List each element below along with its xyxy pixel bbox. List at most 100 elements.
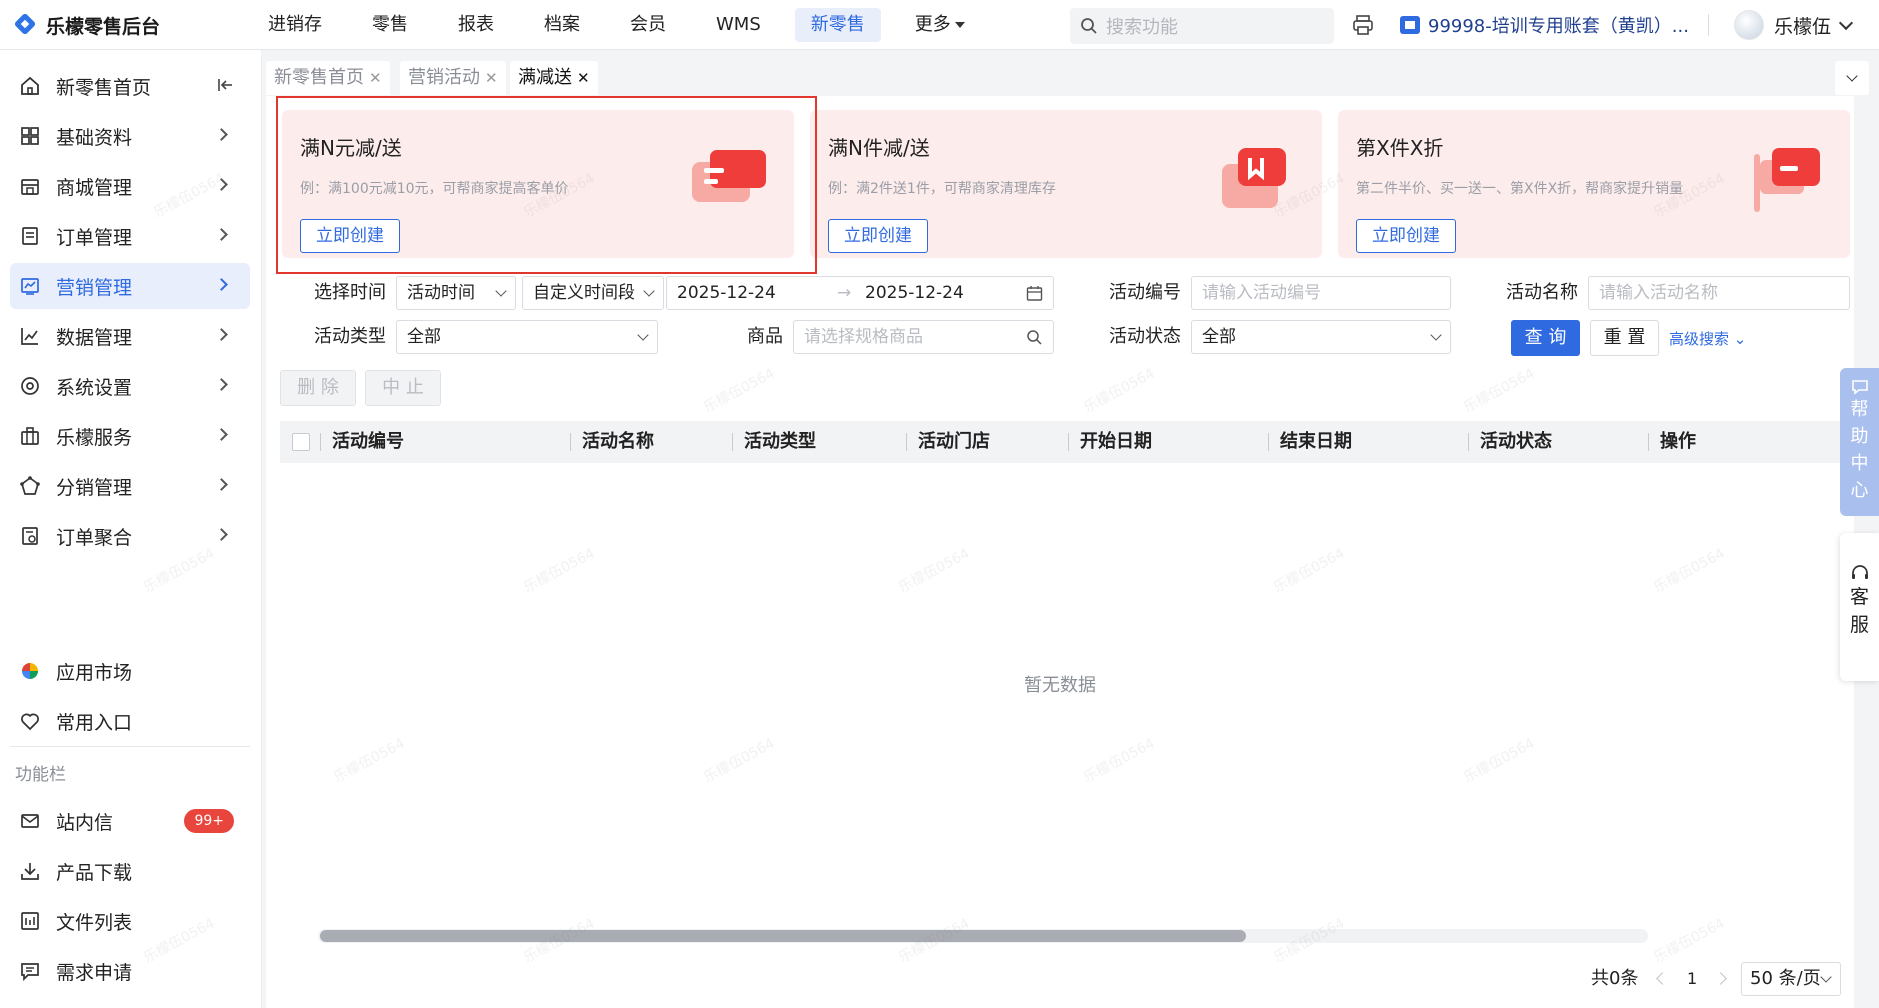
- headset-icon: [1851, 565, 1868, 579]
- close-icon[interactable]: ✕: [369, 69, 382, 87]
- account-switcher[interactable]: 99998-培训专用账套（黄凯）...: [1400, 8, 1689, 42]
- sidebar-item-request[interactable]: 需求申请: [10, 948, 250, 994]
- aggregate-icon: [18, 524, 42, 548]
- coupon-icon: [692, 150, 766, 202]
- tab-new-retail-home[interactable]: 新零售首页 ✕: [266, 61, 390, 95]
- sidebar: 新零售首页 基础资料 商城管理 订单管理 营销管理 数据管理 系统设置 乐檬服务: [0, 50, 262, 1008]
- close-icon[interactable]: ✕: [577, 69, 590, 87]
- horizontal-scrollbar-thumb[interactable]: [320, 930, 1246, 942]
- top-nav-lingshou[interactable]: 零售: [356, 8, 424, 42]
- printer-icon[interactable]: [1351, 13, 1375, 37]
- activity-status-select[interactable]: 全部: [1191, 320, 1451, 354]
- sidebar-item-label: 需求申请: [56, 961, 133, 984]
- user-menu[interactable]: 乐檬伍: [1734, 8, 1854, 42]
- top-nav-more[interactable]: 更多: [899, 8, 981, 42]
- top-bar: 乐檬零售后台 进销存 零售 报表 档案 会员 WMS 新零售 更多 搜索功能 9…: [0, 0, 1879, 50]
- customer-service-button[interactable]: 客 服: [1840, 533, 1879, 681]
- file-list-icon: [18, 909, 42, 933]
- sidebar-item-label: 基础资料: [56, 126, 133, 149]
- mail-icon: [18, 809, 42, 833]
- stop-button[interactable]: 中 止: [365, 370, 441, 406]
- top-nav-xinlingshou[interactable]: 新零售: [794, 8, 881, 42]
- time-range-select[interactable]: 自定义时间段: [522, 276, 664, 310]
- activity-name-input[interactable]: 请输入活动名称: [1588, 276, 1850, 310]
- sidebar-item-label: 文件列表: [56, 911, 133, 934]
- top-nav-huiyuan[interactable]: 会员: [614, 8, 682, 42]
- chevron-right-icon: [215, 328, 228, 341]
- brand-logo[interactable]: 乐檬零售后台: [14, 10, 160, 40]
- column-divider: [1268, 433, 1269, 451]
- sidebar-item-favorites[interactable]: 常用入口: [10, 698, 250, 744]
- top-nav-jinxiaocun[interactable]: 进销存: [252, 8, 338, 42]
- page-size-select[interactable]: 50 条/页: [1741, 962, 1841, 996]
- create-now-button[interactable]: 立即创建: [300, 219, 400, 253]
- collapse-sidebar-icon[interactable]: [216, 76, 234, 94]
- sidebar-item-data[interactable]: 数据管理: [10, 313, 250, 359]
- range-arrow: →: [837, 283, 852, 303]
- date-range-picker[interactable]: 2025-12-24 → 2025-12-24: [666, 276, 1054, 310]
- chevron-down-icon: [1430, 329, 1442, 341]
- top-nav-dangan[interactable]: 档案: [528, 8, 596, 42]
- card-description: 第二件半价、买一送一、第X件X折，帮商家提升销量: [1356, 181, 1684, 197]
- shop-icon: [18, 174, 42, 198]
- function-search-input[interactable]: 搜索功能: [1070, 8, 1334, 44]
- sidebar-item-service[interactable]: 乐檬服务: [10, 413, 250, 459]
- account-name: 99998-培训专用账套（黄凯）...: [1428, 16, 1689, 37]
- column-activity-store: 活动门店: [918, 431, 990, 452]
- goods-select-input[interactable]: 请选择规格商品: [793, 320, 1054, 354]
- prev-page-icon[interactable]: [1656, 972, 1669, 985]
- top-nav-wms[interactable]: WMS: [700, 8, 777, 42]
- sidebar-item-order-aggregate[interactable]: 订单聚合: [10, 513, 250, 559]
- activity-status-value: 全部: [1202, 327, 1236, 347]
- heart-icon: [18, 709, 42, 733]
- tab-full-reduction[interactable]: 满减送 ✕: [510, 61, 598, 95]
- sidebar-item-label: 数据管理: [56, 326, 133, 349]
- top-nav: 进销存 零售 报表 档案 会员 WMS 新零售 更多: [252, 8, 981, 42]
- tab-marketing-activity[interactable]: 营销活动 ✕: [400, 61, 506, 95]
- sidebar-item-download[interactable]: 产品下载: [10, 848, 250, 894]
- help-center-button[interactable]: 帮 助 中 心: [1840, 368, 1879, 516]
- sidebar-item-app-market[interactable]: 应用市场: [10, 648, 250, 694]
- page-number[interactable]: 1: [1687, 962, 1697, 996]
- column-divider: [570, 433, 571, 451]
- time-filter-label: 选择时间: [314, 282, 386, 303]
- activity-code-input[interactable]: 请输入活动编号: [1191, 276, 1451, 310]
- sidebar-item-home[interactable]: 新零售首页: [10, 63, 250, 109]
- top-nav-baobiao[interactable]: 报表: [442, 8, 510, 42]
- activity-type-value: 全部: [407, 327, 441, 347]
- activity-type-select[interactable]: 全部: [396, 320, 658, 354]
- delete-button[interactable]: 删 除: [280, 370, 356, 406]
- total-count: 共0条: [1591, 968, 1639, 989]
- tab-label: 满减送: [518, 67, 572, 88]
- time-type-select[interactable]: 活动时间: [396, 276, 516, 310]
- sidebar-item-messages[interactable]: 站内信 99+: [10, 798, 250, 844]
- help-char: 中: [1850, 453, 1869, 474]
- sidebar-item-orders[interactable]: 订单管理: [10, 213, 250, 259]
- sidebar-section-title: 功能栏: [15, 765, 66, 785]
- close-icon[interactable]: ✕: [485, 69, 498, 87]
- chevron-right-icon: [215, 428, 228, 441]
- reset-button[interactable]: 重 置: [1590, 320, 1659, 356]
- create-now-button[interactable]: 立即创建: [828, 219, 928, 253]
- chevron-right-icon: [215, 528, 228, 541]
- advanced-search-link[interactable]: 高级搜索 ⌄: [1669, 328, 1746, 349]
- sidebar-item-distribution[interactable]: 分销管理: [10, 463, 250, 509]
- next-page-icon[interactable]: [1714, 972, 1727, 985]
- column-end-date: 结束日期: [1280, 431, 1352, 452]
- create-now-button[interactable]: 立即创建: [1356, 219, 1456, 253]
- column-activity-type: 活动类型: [744, 431, 816, 452]
- card-title: 满N件减/送: [828, 136, 930, 160]
- select-all-checkbox[interactable]: [292, 433, 310, 451]
- query-button[interactable]: 查 询: [1511, 320, 1580, 356]
- sidebar-item-settings[interactable]: 系统设置: [10, 363, 250, 409]
- activity-code-label: 活动编号: [1109, 282, 1181, 303]
- time-range-value: 自定义时间段: [533, 283, 635, 303]
- sidebar-item-marketing[interactable]: 营销管理: [10, 263, 250, 309]
- sidebar-item-basic-data[interactable]: 基础资料: [10, 113, 250, 159]
- sidebar-item-file-list[interactable]: 文件列表: [10, 898, 250, 944]
- chevron-right-icon: [215, 128, 228, 141]
- search-icon: [1081, 18, 1097, 34]
- account-icon: [1400, 16, 1420, 34]
- sidebar-item-mall[interactable]: 商城管理: [10, 163, 250, 209]
- tabs-dropdown-button[interactable]: [1835, 61, 1869, 95]
